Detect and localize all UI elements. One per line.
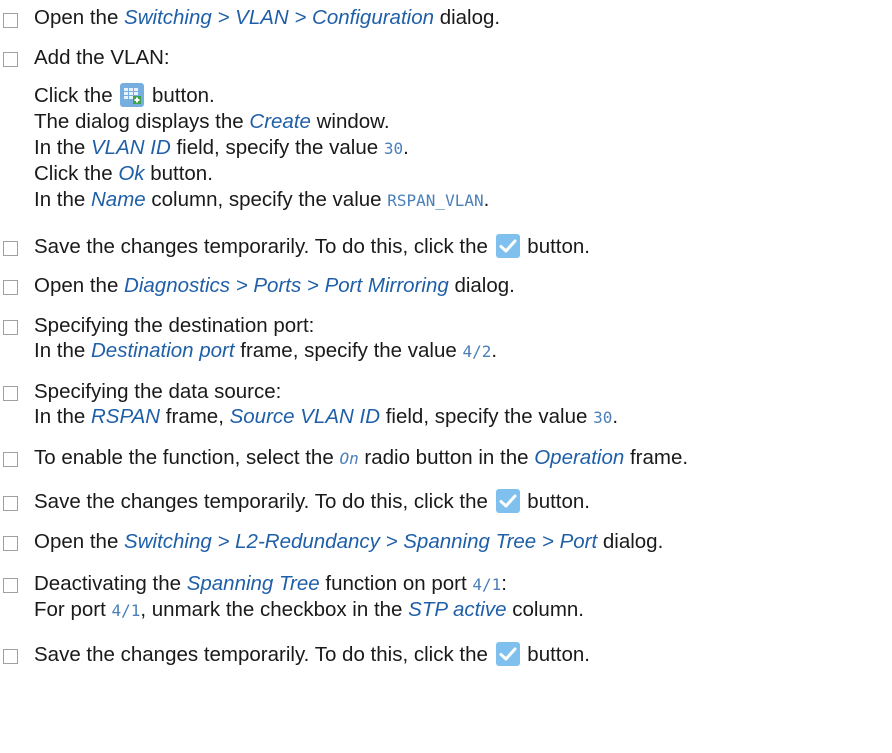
value-code: RSPAN_VLAN	[387, 191, 484, 210]
step-text: Open the Switching > L2-Redundancy > Spa…	[34, 530, 664, 553]
step-checkbox[interactable]	[3, 578, 18, 593]
step-text: Add the VLAN:	[34, 46, 170, 69]
field-name-ref: Source VLAN ID	[229, 405, 381, 428]
step-text: Save the changes temporarily. To do this…	[34, 234, 590, 258]
substep-text: In the Name column, specify the value RS…	[34, 188, 490, 211]
step-checkbox[interactable]	[3, 452, 18, 467]
checkmark-icon	[495, 642, 520, 666]
function-name-ref: Spanning Tree	[186, 572, 320, 595]
step-text: Specifying the destination port:	[34, 314, 315, 337]
value-code: 30	[593, 408, 613, 427]
step-text: Open the Diagnostics > Ports > Port Mirr…	[34, 274, 515, 297]
step-checkbox[interactable]	[3, 241, 18, 256]
step-checkbox[interactable]	[3, 13, 18, 28]
window-name-ref: Create	[249, 110, 311, 133]
frame-name-ref: RSPAN	[91, 405, 161, 428]
substep-text: The dialog displays the Create window.	[34, 110, 390, 133]
step-text: Save the changes temporarily. To do this…	[34, 642, 590, 666]
substep-text: In the RSPAN frame, Source VLAN ID field…	[34, 405, 619, 428]
step-checkbox[interactable]	[3, 536, 18, 551]
step-text: Deactivating the Spanning Tree function …	[34, 572, 507, 595]
step-checkbox[interactable]	[3, 649, 18, 664]
radio-value-code: On	[339, 449, 359, 468]
checkmark-icon	[495, 234, 520, 258]
substep-text: Click the Ok button.	[34, 162, 213, 185]
frame-name-ref: Destination port	[91, 339, 235, 362]
step-checkbox[interactable]	[3, 280, 18, 295]
step-checkbox[interactable]	[3, 52, 18, 67]
step-checkbox[interactable]	[3, 386, 18, 401]
step-checkbox[interactable]	[3, 496, 18, 511]
substep-text: In the Destination port frame, specify t…	[34, 339, 498, 362]
substep-text: Click the button.	[34, 83, 215, 107]
step-text: Save the changes temporarily. To do this…	[34, 489, 590, 513]
add-row-icon	[120, 83, 145, 107]
step-text: Open the Switching > VLAN > Configuratio…	[34, 6, 501, 29]
substep-text: For port 4/1, unmark the checkbox in the…	[34, 598, 584, 621]
substep-text: In the VLAN ID field, specify the value …	[34, 136, 409, 159]
value-code: 30	[383, 139, 404, 158]
frame-name-ref: Operation	[534, 446, 625, 469]
value-code: 4/2	[462, 342, 492, 361]
dialog-path-link[interactable]: Diagnostics > Ports > Port Mirroring	[124, 274, 449, 297]
step-text: Specifying the data source:	[34, 380, 282, 403]
checkmark-icon	[495, 489, 520, 513]
dialog-path-link[interactable]: Switching > L2-Redundancy > Spanning Tre…	[124, 530, 597, 553]
value-code: 4/1	[472, 575, 502, 594]
field-name-ref: VLAN ID	[91, 136, 171, 159]
dialog-path-link[interactable]: Switching > VLAN > Configuration	[124, 6, 434, 29]
column-name-ref: STP active	[408, 598, 507, 621]
step-checkbox[interactable]	[3, 320, 18, 335]
value-code: 4/1	[111, 601, 141, 620]
button-name-ref: Ok	[118, 162, 145, 185]
step-text: To enable the function, select the On ra…	[34, 446, 689, 469]
column-name-ref: Name	[91, 188, 146, 211]
